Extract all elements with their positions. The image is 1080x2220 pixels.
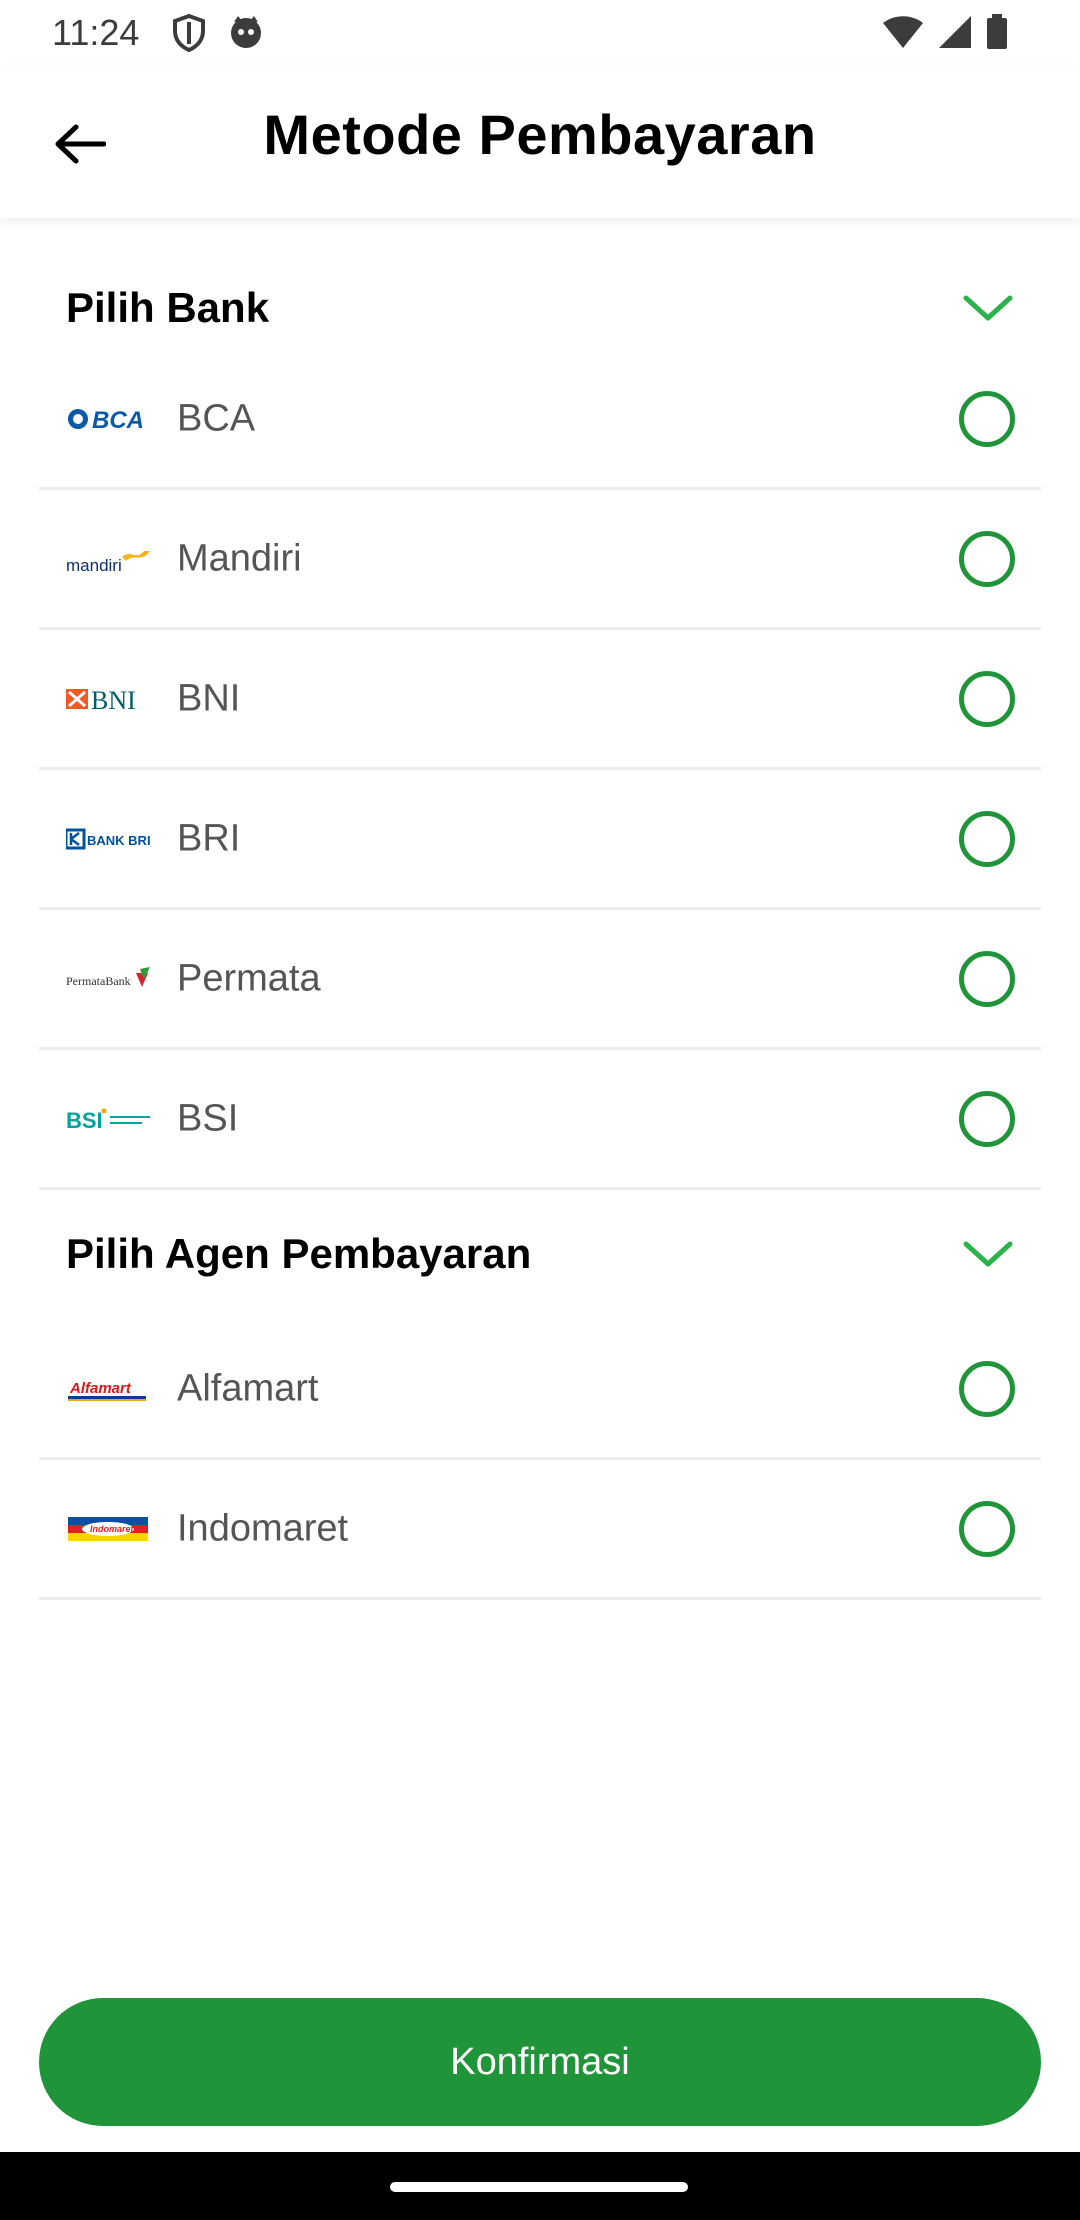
radio-button[interactable]: [959, 1500, 1015, 1557]
bank-option-bni[interactable]: BNI BNI: [39, 630, 1041, 770]
payment-methods-content: Pilih Bank BCA BCA mandiri Mandiri BNI B…: [0, 218, 1080, 1600]
option-label: Permata: [177, 957, 321, 999]
wifi-icon: [882, 15, 924, 54]
svg-text:Indomaret: Indomaret: [90, 1524, 135, 1534]
bank-option-permata[interactable]: PermataBank Permata: [39, 910, 1041, 1050]
bank-option-bsi[interactable]: BSI BSI: [39, 1050, 1041, 1190]
battery-icon: [986, 14, 1008, 55]
app-header: Metode Pembayaran: [0, 66, 1080, 218]
svg-text:BCA: BCA: [92, 407, 144, 434]
radio-button[interactable]: [959, 530, 1015, 587]
cat-face-icon: [228, 14, 264, 57]
option-label: Alfamart: [177, 1367, 319, 1409]
alfamart-logo: Alfamart: [66, 1369, 152, 1409]
radio-button[interactable]: [959, 1090, 1015, 1147]
chevron-down-icon[interactable]: [962, 288, 1014, 328]
bri-logo: BANK BRI: [66, 819, 152, 859]
radio-button[interactable]: [959, 810, 1015, 867]
shield-icon: [172, 13, 206, 57]
svg-text:mandiri: mandiri: [66, 556, 122, 575]
bsi-logo: BSI: [66, 1099, 152, 1139]
page-title: Metode Pembayaran: [263, 103, 817, 166]
bank-option-bca[interactable]: BCA BCA: [39, 350, 1041, 490]
status-bar: 11:24: [0, 0, 1080, 66]
signal-icon: [938, 15, 972, 54]
svg-text:PermataBank: PermataBank: [66, 974, 131, 988]
agent-list: Alfamart Alfamart Indomaret Indomaret: [0, 1320, 1080, 1600]
radio-button[interactable]: [959, 390, 1015, 447]
bca-logo: BCA: [66, 399, 152, 439]
option-label: BSI: [177, 1097, 239, 1139]
agent-option-alfamart[interactable]: Alfamart Alfamart: [39, 1320, 1041, 1460]
bni-logo: BNI: [66, 679, 152, 719]
home-indicator[interactable]: [390, 2182, 688, 2192]
bank-option-bri[interactable]: BANK BRI BRI: [39, 770, 1041, 910]
system-nav-bar: [0, 2152, 1080, 2220]
agent-section-title: Pilih Agen Pembayaran: [66, 1230, 532, 1277]
chevron-down-icon[interactable]: [962, 1234, 1014, 1274]
option-label: BRI: [177, 817, 241, 859]
svg-text:BSI: BSI: [66, 1108, 103, 1133]
mandiri-logo: mandiri: [66, 539, 152, 579]
svg-text:BANK BRI: BANK BRI: [87, 833, 151, 848]
radio-button[interactable]: [959, 950, 1015, 1007]
bank-section-title: Pilih Bank: [66, 284, 270, 331]
option-label: Indomaret: [177, 1507, 349, 1549]
bank-list: BCA BCA mandiri Mandiri BNI BNI BANK BRI…: [0, 350, 1080, 1190]
svg-text:Alfamart: Alfamart: [69, 1380, 132, 1397]
radio-button[interactable]: [959, 670, 1015, 727]
option-label: Mandiri: [177, 537, 302, 579]
indomaret-logo: Indomaret: [66, 1509, 152, 1549]
bank-option-mandiri[interactable]: mandiri Mandiri: [39, 490, 1041, 630]
option-label: BCA: [177, 397, 256, 439]
radio-button[interactable]: [959, 1360, 1015, 1417]
option-label: BNI: [177, 677, 241, 719]
status-time: 11:24: [52, 12, 140, 53]
confirm-button[interactable]: Konfirmasi: [39, 1998, 1041, 2126]
permata-logo: PermataBank: [66, 959, 152, 999]
agent-option-indomaret[interactable]: Indomaret Indomaret: [39, 1460, 1041, 1600]
svg-text:BNI: BNI: [91, 686, 136, 715]
